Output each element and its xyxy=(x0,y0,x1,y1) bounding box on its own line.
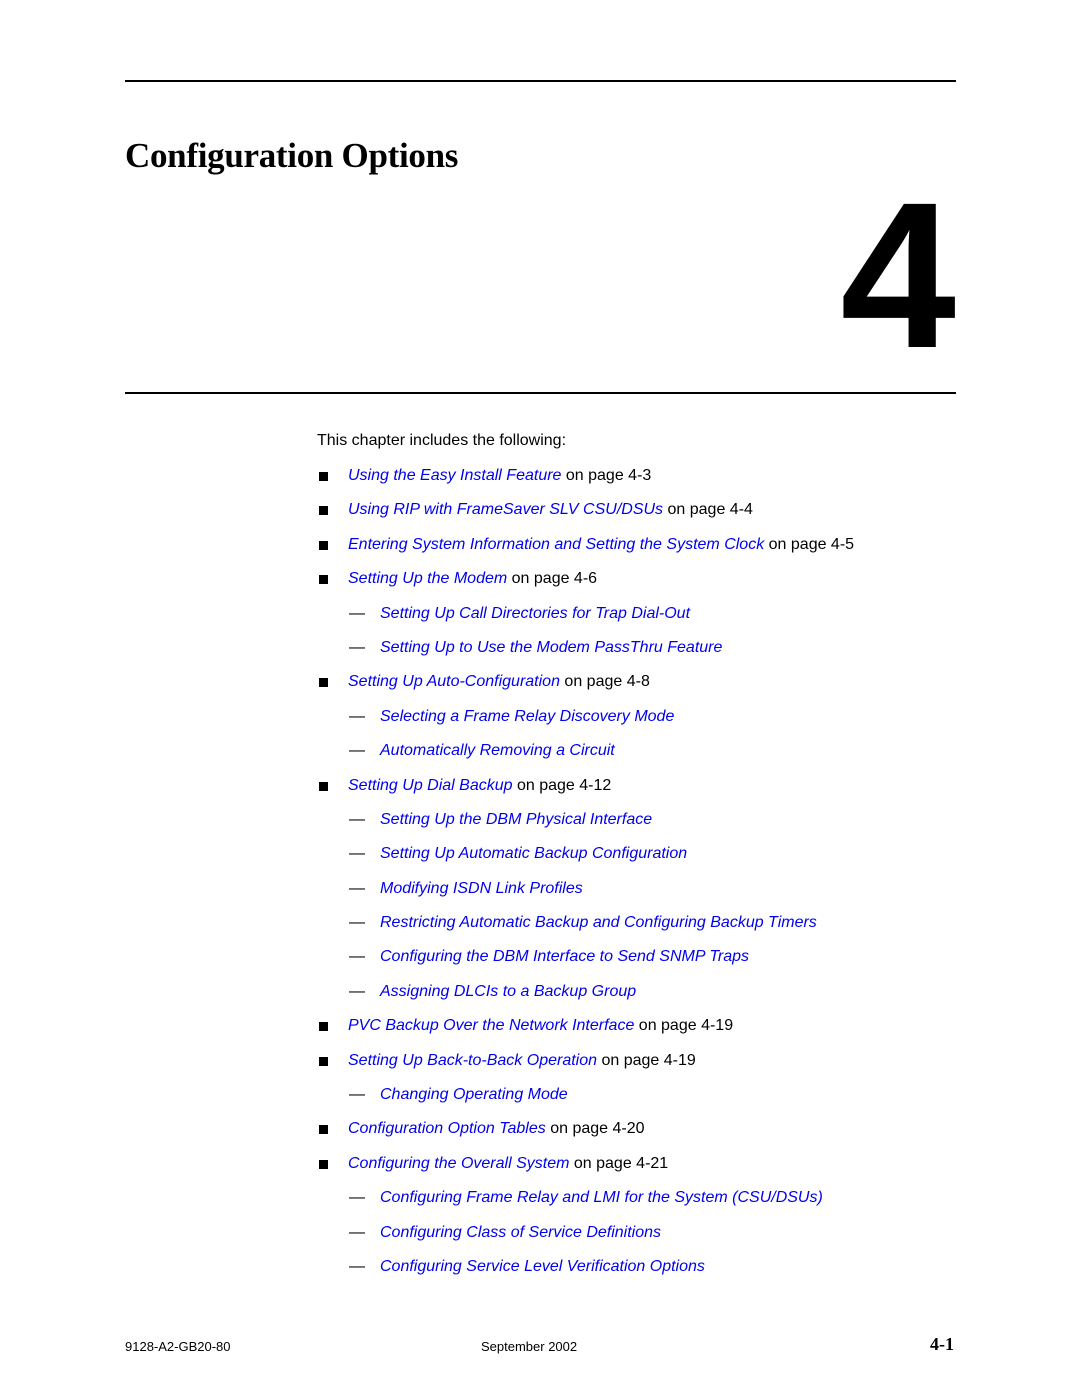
em-dash-icon: — xyxy=(349,879,365,897)
square-bullet-icon xyxy=(319,1125,328,1135)
toc-subitem: — Restricting Automatic Backup and Config… xyxy=(317,913,854,947)
em-dash-icon: — xyxy=(349,604,365,622)
toc-subitem: — Setting Up the DBM Physical Interface xyxy=(317,810,854,844)
page-reference: on page 4-19 xyxy=(597,1051,696,1069)
page-reference: on page 4-19 xyxy=(634,1017,734,1035)
toc-item: Setting Up Auto-Configuration on page 4-… xyxy=(317,672,854,706)
page-reference: on page 4-5 xyxy=(764,535,855,553)
square-bullet-icon xyxy=(319,472,328,481)
toc-item: Configuration Option Tables on page 4-20 xyxy=(317,1119,854,1153)
toc-link[interactable]: Setting Up the DBM Physical Interface xyxy=(380,811,652,828)
square-bullet-icon xyxy=(319,575,328,585)
toc-item: Configuring the Overall System on page 4… xyxy=(317,1154,854,1188)
toc-link[interactable]: Restricting Automatic Backup and Configu… xyxy=(380,914,817,931)
square-bullet-icon xyxy=(319,1056,328,1066)
top-rule xyxy=(125,80,956,82)
em-dash-icon: — xyxy=(349,914,365,932)
em-dash-icon: — xyxy=(349,1257,365,1275)
toc-link[interactable]: Automatically Removing a Circuit xyxy=(380,742,615,759)
toc-link[interactable]: Configuring Frame Relay and LMI for the … xyxy=(380,1189,823,1206)
toc-link[interactable]: Configuring Class of Service Definitions xyxy=(380,1224,661,1241)
toc-link[interactable]: Using the Easy Install Feature xyxy=(348,467,561,484)
toc-link[interactable]: PVC Backup Over the Network Interface xyxy=(348,1017,634,1034)
square-bullet-icon xyxy=(319,781,328,791)
em-dash-icon: — xyxy=(349,1223,365,1241)
footer-date: September 2002 xyxy=(481,1339,578,1354)
page-reference: on page 4-3 xyxy=(561,467,652,484)
toc-subitem: — Setting Up Automatic Backup Configurati… xyxy=(317,844,854,878)
toc-link[interactable]: Setting Up Auto-Configuration xyxy=(348,673,560,690)
page-reference: on page 4-6 xyxy=(507,570,598,588)
em-dash-icon: — xyxy=(349,845,365,863)
toc-link[interactable]: Modifying ISDN Link Profiles xyxy=(380,880,583,897)
page-reference: on page 4-12 xyxy=(512,776,612,794)
page-reference: on page 4-8 xyxy=(559,673,650,691)
em-dash-icon: — xyxy=(349,638,365,656)
toc-link[interactable]: Configuration Option Tables xyxy=(348,1120,546,1137)
toc-item: Setting Up the Modem on page 4-6 xyxy=(317,569,854,603)
page-reference: on page 4-21 xyxy=(569,1154,669,1172)
toc-link[interactable]: Setting Up Dial Backup xyxy=(348,777,513,794)
bottom-rule xyxy=(125,392,956,394)
em-dash-icon: — xyxy=(349,948,365,966)
em-dash-icon: — xyxy=(349,1189,365,1207)
toc-link[interactable]: Setting Up the Modem xyxy=(348,570,507,587)
toc-subitem: — Assigning DLCIs to a Backup Group xyxy=(317,982,854,1016)
toc-link[interactable]: Setting Up Call Directories for Trap Dia… xyxy=(380,605,690,622)
square-bullet-icon xyxy=(319,540,328,550)
em-dash-icon: — xyxy=(349,1086,365,1104)
toc-link[interactable]: Selecting a Frame Relay Discovery Mode xyxy=(380,708,674,725)
square-bullet-icon xyxy=(319,1159,328,1169)
toc-link[interactable]: Setting Up Back-to-Back Operation xyxy=(348,1052,597,1069)
toc-item: Setting Up Back-to-Back Operation on pag… xyxy=(317,1051,854,1085)
square-bullet-icon xyxy=(319,506,328,516)
toc-link[interactable]: Configuring the Overall System xyxy=(348,1155,569,1172)
toc-subitem: — Selecting a Frame Relay Discovery Mode xyxy=(317,707,854,741)
toc-item: PVC Backup Over the Network Interface on… xyxy=(317,1016,854,1050)
toc-link[interactable]: Assigning DLCIs to a Backup Group xyxy=(380,983,636,1000)
toc-list: Using the Easy Install Feature on page 4… xyxy=(317,466,854,1291)
chapter-title: Configuration Options xyxy=(125,136,459,175)
toc-link[interactable]: Entering System Information and Setting … xyxy=(348,536,764,553)
square-bullet-icon xyxy=(319,678,328,688)
toc-subitem: — Configuring Frame Relay and LMI for the… xyxy=(317,1188,854,1222)
em-dash-icon: — xyxy=(349,810,365,828)
toc-subitem: — Changing Operating Mode xyxy=(317,1085,854,1119)
toc-item: Setting Up Dial Backup on page 4-12 xyxy=(317,776,854,810)
toc-subitem: — Setting Up to Use the Modem PassThru Fe… xyxy=(317,638,854,672)
toc-item: Using RIP with FrameSaver SLV CSU/DSUs o… xyxy=(317,500,854,534)
toc-subitem: — Configuring Class of Service Definition… xyxy=(317,1223,854,1257)
em-dash-icon: — xyxy=(349,707,365,725)
page-reference: on page 4-20 xyxy=(545,1120,645,1138)
footer-doc-number: 9128-A2-GB20-80 xyxy=(125,1339,231,1354)
toc-link[interactable]: Setting Up Automatic Backup Configuratio… xyxy=(380,845,687,862)
em-dash-icon: — xyxy=(349,742,365,760)
toc-link[interactable]: Configuring the DBM Interface to Send SN… xyxy=(380,948,749,965)
toc-subitem: — Automatically Removing a Circuit xyxy=(317,741,854,775)
toc-link[interactable]: Using RIP with FrameSaver SLV CSU/DSUs xyxy=(348,501,663,518)
page-reference: on page 4-4 xyxy=(663,501,753,519)
toc-link[interactable]: Configuring Service Level Verification O… xyxy=(380,1258,705,1275)
em-dash-icon: — xyxy=(349,982,365,1000)
toc-subitem: — Modifying ISDN Link Profiles xyxy=(317,879,854,913)
toc-link[interactable]: Setting Up to Use the Modem PassThru Fea… xyxy=(380,639,722,656)
square-bullet-icon xyxy=(319,1022,328,1032)
footer-page-number: 4-1 xyxy=(930,1334,954,1354)
toc-subitem: — Configuring Service Level Verification … xyxy=(317,1257,854,1291)
chapter-number: 4 xyxy=(840,160,956,392)
intro-text: This chapter includes the following: xyxy=(317,432,567,449)
toc-item: Using the Easy Install Feature on page 4… xyxy=(317,466,854,500)
toc-subitem: — Configuring the DBM Interface to Send S… xyxy=(317,947,854,981)
toc-item: Entering System Information and Setting … xyxy=(317,535,854,569)
toc-link[interactable]: Changing Operating Mode xyxy=(380,1086,568,1103)
toc-subitem: — Setting Up Call Directories for Trap Di… xyxy=(317,604,854,638)
